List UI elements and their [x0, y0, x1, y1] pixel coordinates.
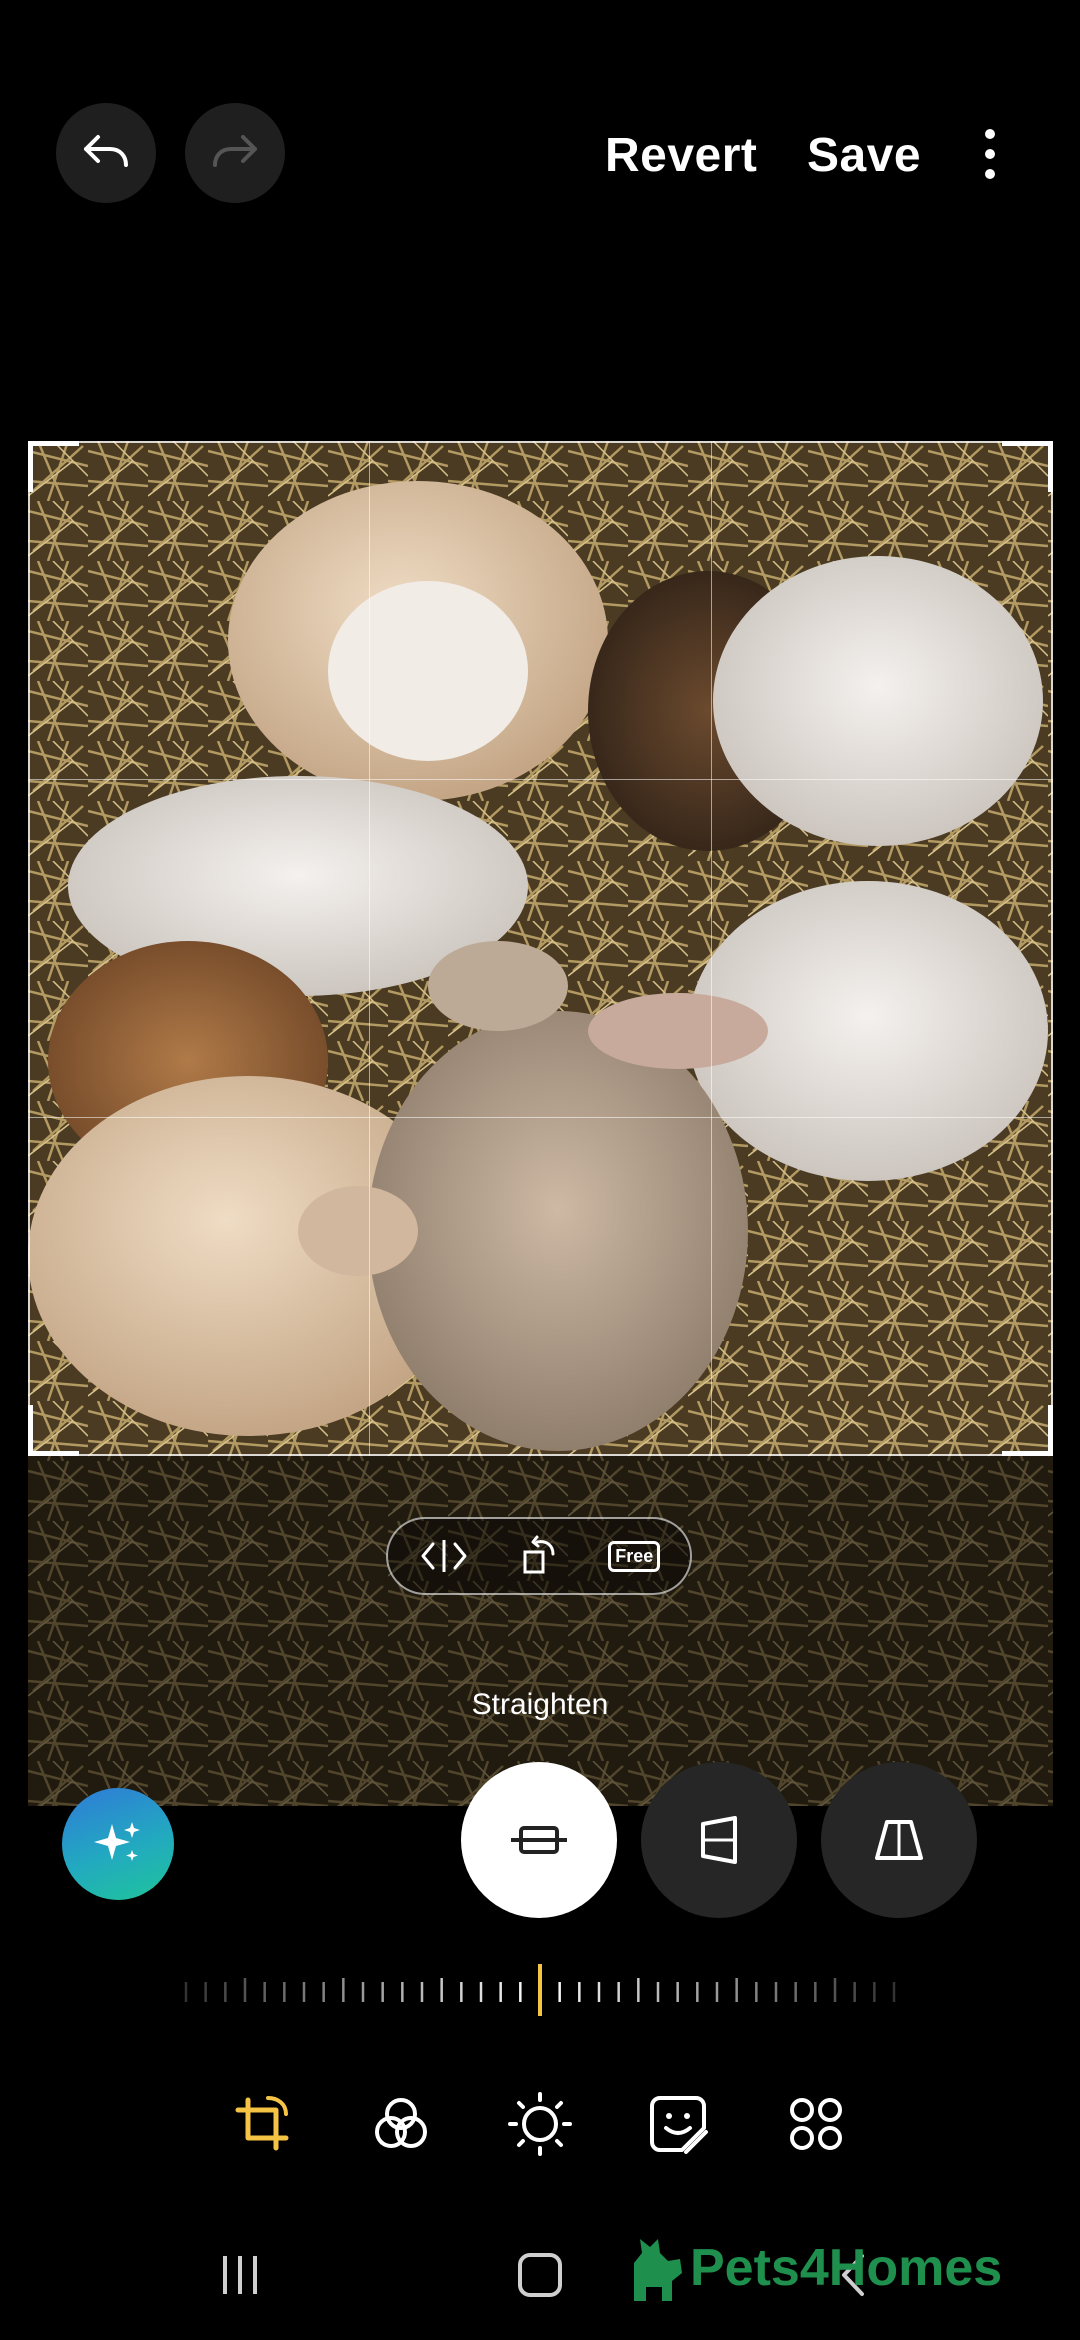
crop-handle-top-right[interactable] — [1002, 441, 1053, 492]
filters-tool-button[interactable] — [361, 2084, 441, 2164]
aspect-ratio-button[interactable]: Free — [604, 1526, 664, 1586]
apps-grid-icon — [790, 2098, 842, 2150]
undo-button[interactable] — [56, 103, 156, 203]
flip-horizontal-icon — [421, 1540, 467, 1572]
crop-frame[interactable] — [28, 441, 1053, 1456]
crop-tools-pill: Free — [386, 1517, 692, 1595]
crop-rotate-icon — [235, 2096, 289, 2151]
brightness-icon — [508, 2092, 572, 2156]
rotate-button[interactable] — [509, 1526, 569, 1586]
revert-button[interactable]: Revert — [605, 128, 757, 183]
horizontal-perspective-button[interactable] — [821, 1762, 977, 1918]
horizontal-perspective-icon — [875, 1820, 923, 1860]
sticker-icon — [650, 2096, 708, 2154]
vertical-perspective-icon — [701, 1816, 737, 1864]
sparkle-icon — [94, 1822, 140, 1861]
straighten-ruler[interactable] — [180, 1960, 900, 2020]
watermark-text: Pets4Homes — [690, 2239, 1003, 2297]
home-icon — [518, 2253, 562, 2297]
adjust-mode-label: Straighten — [471, 1688, 609, 1721]
flip-button[interactable] — [414, 1526, 474, 1586]
crop-handle-top-left[interactable] — [28, 441, 79, 492]
auto-enhance-button[interactable] — [62, 1788, 174, 1900]
recents-nav-button[interactable] — [205, 2240, 275, 2310]
tone-tool-button[interactable] — [500, 2084, 580, 2164]
redo-button[interactable] — [185, 103, 285, 203]
aspect-ratio-label: Free — [608, 1540, 661, 1572]
straighten-icon — [511, 1826, 567, 1854]
more-options-button[interactable] — [970, 124, 1010, 184]
watermark: Pets4Homes — [628, 2228, 1002, 2308]
filters-icon — [375, 2098, 427, 2148]
outside-crop-shade — [28, 1456, 1053, 1806]
ruler-ticks — [184, 1964, 896, 2016]
decorations-tool-button[interactable] — [638, 2084, 718, 2164]
vertical-perspective-button[interactable] — [641, 1762, 797, 1918]
home-nav-button[interactable] — [505, 2240, 575, 2310]
more-tools-button[interactable] — [776, 2084, 856, 2164]
straighten-mode-button[interactable] — [461, 1762, 617, 1918]
undo-arrow-icon — [84, 135, 128, 167]
save-button[interactable]: Save — [807, 128, 921, 183]
crop-handle-bottom-right[interactable] — [1002, 1405, 1053, 1456]
rotate-icon — [523, 1535, 555, 1574]
vertical-ellipsis-icon — [985, 129, 995, 179]
recents-icon — [223, 2256, 257, 2294]
redo-arrow-icon — [213, 135, 257, 167]
transform-tool-button[interactable] — [222, 2084, 302, 2164]
crop-border — [28, 441, 1053, 1456]
crop-handle-bottom-left[interactable] — [28, 1405, 79, 1456]
pets4homes-logo-icon — [634, 2239, 682, 2301]
